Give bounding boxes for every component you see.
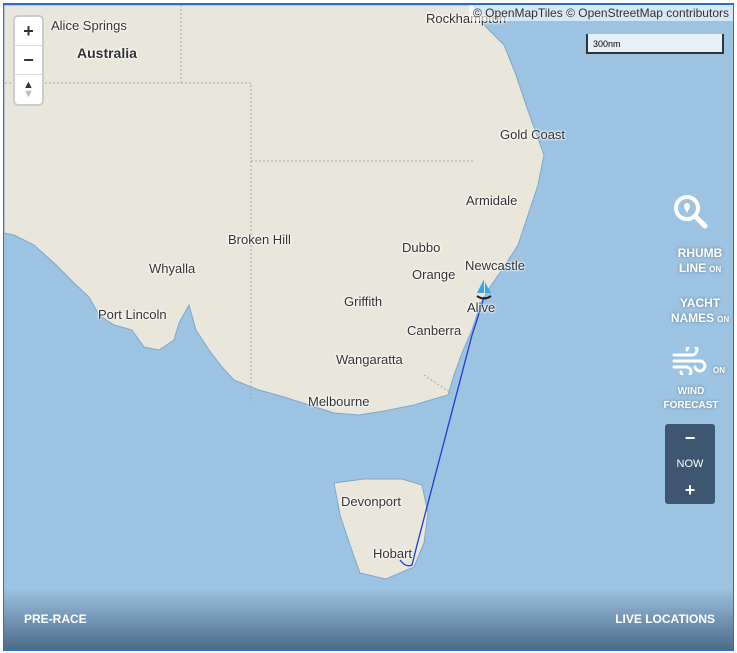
label-devonport: Devonport <box>341 494 401 509</box>
label-melbourne: Melbourne <box>308 394 370 409</box>
yacht-names-state: ON <box>717 315 730 324</box>
label-newcastle: Newcastle <box>465 258 525 273</box>
label-australia: Australia <box>77 45 137 61</box>
label-griffith: Griffith <box>344 294 383 309</box>
label-alice-springs: Alice Springs <box>51 18 127 33</box>
zoom-in-button[interactable]: + <box>15 17 42 46</box>
live-locations-tab[interactable]: LIVE LOCATIONS <box>615 612 715 626</box>
label-armidale: Armidale <box>466 193 518 208</box>
rhumb-line-toggle[interactable]: RHUMB LINE ON <box>664 246 733 277</box>
label-gold-coast: Gold Coast <box>500 127 566 142</box>
rhumb-line-state: ON <box>709 265 722 274</box>
time-control: − NOW + <box>665 424 715 504</box>
wind-icon[interactable] <box>672 347 708 375</box>
zoom-out-button[interactable]: − <box>15 46 42 75</box>
label-orange: Orange <box>412 267 456 282</box>
time-forward-button[interactable]: + <box>665 480 715 500</box>
label-port-lincoln: Port Lincoln <box>98 307 167 322</box>
label-dubbo: Dubbo <box>402 240 441 255</box>
yacht-names-toggle[interactable]: YACHT NAMES ON <box>664 296 733 327</box>
label-broken-hill: Broken Hill <box>228 232 291 247</box>
label-canberra: Canberra <box>407 323 462 338</box>
mainland <box>4 5 545 416</box>
yacht-name-label[interactable]: Alive <box>467 300 495 315</box>
time-back-button[interactable]: − <box>665 428 715 448</box>
map-tiles <box>4 5 545 580</box>
race-map[interactable]: Alice Springs Australia Rockhampton Gold… <box>3 3 734 651</box>
time-now-label: NOW <box>676 458 704 470</box>
label-wangaratta: Wangaratta <box>336 352 403 367</box>
zoom-control: + − ▲ ▼ <box>13 15 44 106</box>
label-whyalla: Whyalla <box>149 261 196 276</box>
wind-forecast-toggle[interactable]: WIND FORECAST <box>660 385 722 413</box>
pre-race-tab[interactable]: PRE-RACE <box>24 612 87 626</box>
compass-icon: ▲ ▼ <box>23 78 34 100</box>
compass-reset-button[interactable]: ▲ ▼ <box>15 75 42 104</box>
label-hobart: Hobart <box>373 546 413 561</box>
scale-bar: 300nm <box>586 34 724 54</box>
bottom-bar: PRE-RACE LIVE LOCATIONS <box>4 588 733 650</box>
attribution[interactable]: © OpenMapTiles © OpenStreetMap contribut… <box>468 5 733 21</box>
search-pin-icon[interactable] <box>672 193 708 229</box>
wind-state: ON <box>713 366 725 375</box>
